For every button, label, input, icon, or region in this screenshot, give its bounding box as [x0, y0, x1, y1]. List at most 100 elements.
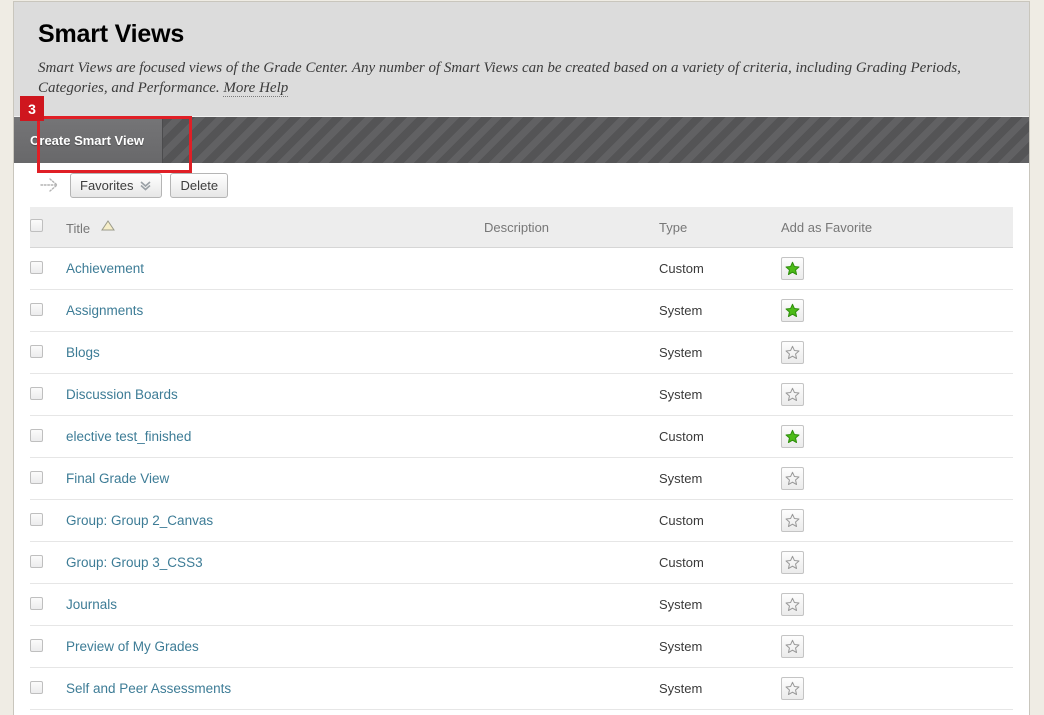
row-favorite-cell: [781, 625, 1013, 668]
smart-view-link[interactable]: Journals: [66, 597, 117, 612]
smart-views-table: Title Description Type Add as Favorite A…: [30, 207, 1013, 710]
row-title-cell: Group: Group 2_Canvas: [66, 499, 484, 542]
instructions-text: Smart Views are focused views of the Gra…: [38, 60, 961, 96]
smart-view-link[interactable]: Group: Group 2_Canvas: [66, 513, 213, 528]
row-favorite-cell: [781, 415, 1013, 458]
page-instructions: Smart Views are focused views of the Gra…: [38, 58, 968, 98]
smart-view-link[interactable]: elective test_finished: [66, 429, 191, 444]
smart-view-link[interactable]: Achievement: [66, 261, 144, 276]
row-title-cell: Blogs: [66, 331, 484, 374]
smart-view-link[interactable]: Group: Group 3_CSS3: [66, 555, 203, 570]
table-row: Preview of My Grades System: [30, 625, 1013, 668]
row-checkbox[interactable]: [30, 344, 43, 358]
row-checkbox-cell: [30, 541, 66, 584]
star-outline-icon[interactable]: [781, 509, 804, 532]
dotted-arrow-icon: [40, 175, 62, 195]
row-checkbox[interactable]: [30, 428, 43, 442]
row-checkbox[interactable]: [30, 680, 43, 694]
row-title-cell: Discussion Boards: [66, 373, 484, 416]
favorites-button-label: Favorites: [80, 177, 134, 193]
row-checkbox-cell: [30, 625, 66, 668]
star-outline-icon[interactable]: [781, 551, 804, 574]
row-favorite-cell: [781, 247, 1013, 290]
row-checkbox-cell: [30, 415, 66, 458]
list-controls: Favorites Delete: [30, 163, 1013, 207]
row-type-cell: Custom: [659, 499, 781, 542]
row-title-cell: Group: Group 3_CSS3: [66, 541, 484, 584]
row-checkbox[interactable]: [30, 470, 43, 484]
star-filled-icon[interactable]: [781, 425, 804, 448]
row-type-cell: System: [659, 373, 781, 416]
row-checkbox[interactable]: [30, 512, 43, 526]
row-favorite-cell: [781, 499, 1013, 542]
table-row: elective test_finished Custom: [30, 415, 1013, 458]
row-type-cell: Custom: [659, 541, 781, 584]
row-type-cell: System: [659, 583, 781, 626]
row-checkbox-cell: [30, 373, 66, 416]
row-favorite-cell: [781, 331, 1013, 374]
smart-view-link[interactable]: Self and Peer Assessments: [66, 681, 231, 696]
row-checkbox[interactable]: [30, 596, 43, 610]
delete-button[interactable]: Delete: [170, 172, 229, 198]
row-type-cell: System: [659, 625, 781, 668]
more-help-link[interactable]: More Help: [223, 80, 289, 97]
column-header-add-as-favorite[interactable]: Add as Favorite: [781, 207, 1013, 248]
favorites-button[interactable]: Favorites: [70, 172, 163, 198]
row-description-cell: [484, 373, 659, 416]
star-outline-icon[interactable]: [781, 467, 804, 490]
select-all-header: [30, 207, 66, 248]
table-row: Group: Group 3_CSS3 Custom: [30, 541, 1013, 584]
row-description-cell: [484, 541, 659, 584]
row-favorite-cell: [781, 667, 1013, 710]
star-outline-icon[interactable]: [781, 341, 804, 364]
star-outline-icon[interactable]: [781, 383, 804, 406]
row-favorite-cell: [781, 289, 1013, 332]
star-outline-icon[interactable]: [781, 635, 804, 658]
smart-view-link[interactable]: Final Grade View: [66, 471, 169, 486]
row-title-cell: Final Grade View: [66, 457, 484, 500]
row-favorite-cell: [781, 541, 1013, 584]
row-checkbox[interactable]: [30, 260, 43, 274]
smart-view-link[interactable]: Blogs: [66, 345, 100, 360]
smart-view-link[interactable]: Preview of My Grades: [66, 639, 199, 654]
table-row: Achievement Custom: [30, 247, 1013, 290]
column-header-title-label: Title: [66, 220, 91, 236]
table-row: Group: Group 2_Canvas Custom: [30, 499, 1013, 542]
row-checkbox[interactable]: [30, 302, 43, 316]
row-title-cell: Journals: [66, 583, 484, 626]
column-header-title[interactable]: Title: [66, 207, 484, 248]
row-description-cell: [484, 667, 659, 710]
row-description-cell: [484, 331, 659, 374]
row-title-cell: Self and Peer Assessments: [66, 667, 484, 710]
row-checkbox-cell: [30, 499, 66, 542]
star-outline-icon[interactable]: [781, 593, 804, 616]
column-header-description[interactable]: Description: [484, 207, 659, 248]
row-favorite-cell: [781, 457, 1013, 500]
row-description-cell: [484, 499, 659, 542]
row-checkbox[interactable]: [30, 386, 43, 400]
row-type-cell: Custom: [659, 415, 781, 458]
select-all-checkbox[interactable]: [30, 219, 43, 232]
star-filled-icon[interactable]: [781, 257, 804, 280]
row-checkbox-cell: [30, 457, 66, 500]
row-type-cell: System: [659, 331, 781, 374]
table-row: Journals System: [30, 583, 1013, 626]
smart-view-link[interactable]: Assignments: [66, 303, 143, 318]
row-description-cell: [484, 583, 659, 626]
page-title: Smart Views: [38, 20, 185, 48]
row-checkbox[interactable]: [30, 554, 43, 568]
row-checkbox-cell: [30, 247, 66, 290]
row-type-cell: System: [659, 289, 781, 332]
table-header-row: Title Description Type Add as Favorite: [30, 207, 1013, 248]
row-description-cell: [484, 415, 659, 458]
row-checkbox-cell: [30, 583, 66, 626]
create-smart-view-button[interactable]: Create Smart View: [14, 117, 163, 163]
smart-view-link[interactable]: Discussion Boards: [66, 387, 178, 402]
column-header-type[interactable]: Type: [659, 207, 781, 248]
row-title-cell: Preview of My Grades: [66, 625, 484, 668]
row-checkbox[interactable]: [30, 638, 43, 652]
sort-ascending-triangle-icon[interactable]: [100, 219, 115, 234]
star-outline-icon[interactable]: [781, 677, 804, 700]
row-description-cell: [484, 289, 659, 332]
star-filled-icon[interactable]: [781, 299, 804, 322]
